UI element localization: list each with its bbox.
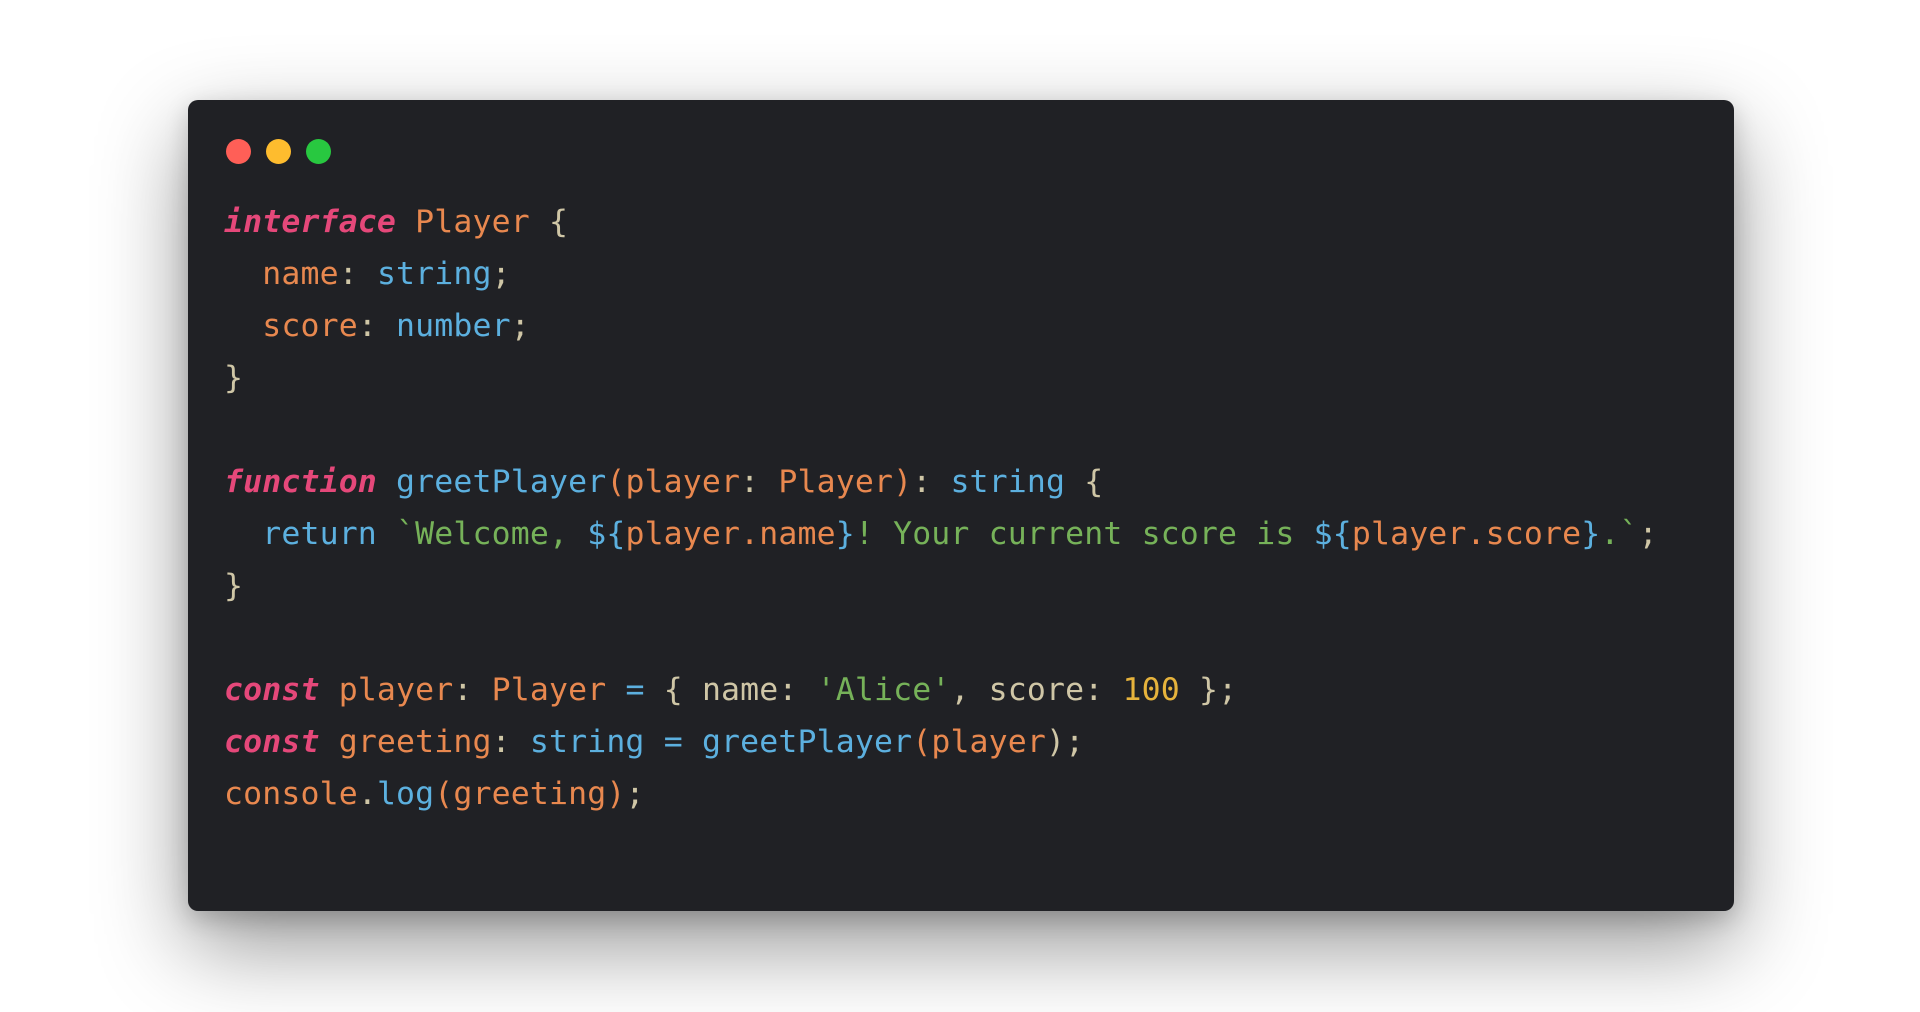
- code-token-identifier: player: [625, 464, 741, 500]
- code-token-punctuation: [224, 256, 262, 292]
- code-token-string: ! Your current score is: [854, 516, 1314, 552]
- code-token-number: 100: [1122, 672, 1180, 708]
- code-token-type: log: [376, 776, 435, 812]
- code-token-identifier: (: [606, 464, 626, 500]
- code-token-type: ${: [1313, 516, 1352, 552]
- code-token-punctuation: );: [1046, 724, 1085, 760]
- code-token-punctuation: , score:: [950, 672, 1123, 708]
- code-line: score: number;: [224, 300, 1658, 352]
- screenshot-background: interface Player { name: string; score: …: [0, 0, 1920, 1012]
- code-token-type: string: [376, 256, 492, 292]
- code-token-identifier: console: [224, 776, 358, 812]
- code-token-punctuation: :: [740, 464, 779, 500]
- code-token-identifier: ): [606, 776, 626, 812]
- code-token-keyword: const: [224, 724, 320, 760]
- code-token-keyword: function: [224, 464, 377, 500]
- code-token-type: }: [835, 516, 855, 552]
- code-token-punctuation: {: [1065, 464, 1104, 500]
- code-line: name: string;: [224, 248, 1658, 300]
- code-token-identifier: player: [931, 724, 1047, 760]
- code-token-punctuation: [320, 724, 339, 760]
- code-token-identifier: Player: [415, 204, 530, 240]
- code-token-punctuation: .: [357, 776, 377, 812]
- window-controls: [226, 139, 331, 164]
- code-token-type: number: [396, 308, 511, 344]
- code-line: const greeting: string = greetPlayer(pla…: [224, 716, 1658, 768]
- code-token-identifier: greeting: [453, 776, 607, 812]
- code-token-identifier: ): [893, 464, 913, 500]
- code-token-identifier: Player: [491, 672, 607, 708]
- code-token-type: string: [950, 464, 1066, 500]
- code-token-type: return: [262, 516, 377, 552]
- code-token-punctuation: [683, 724, 702, 760]
- code-token-punctuation: [224, 308, 262, 344]
- code-token-identifier: player: [338, 672, 454, 708]
- code-token-string: .`: [1600, 516, 1639, 552]
- code-token-identifier: greeting: [338, 724, 492, 760]
- code-token-punctuation: ;: [491, 256, 511, 292]
- code-line: function greetPlayer(player: Player): st…: [224, 456, 1658, 508]
- code-token-identifier: player.name: [625, 516, 836, 552]
- code-token-punctuation: [396, 204, 415, 240]
- code-line: const player: Player = { name: 'Alice', …: [224, 664, 1658, 716]
- code-token-punctuation: :: [491, 724, 530, 760]
- code-line: }: [224, 352, 1658, 404]
- code-token-punctuation: ;: [1638, 516, 1658, 552]
- code-token-string: `Welcome,: [396, 516, 588, 552]
- code-token-punctuation: { name:: [644, 672, 817, 708]
- code-token-type: =: [625, 672, 645, 708]
- code-token-identifier: player.score: [1351, 516, 1582, 552]
- code-token-punctuation: {: [529, 204, 569, 240]
- code-token-punctuation: :: [338, 256, 377, 292]
- minimize-dot-icon[interactable]: [266, 139, 291, 164]
- code-token-keyword: interface: [224, 204, 397, 240]
- code-line: return `Welcome, ${player.name}! Your cu…: [224, 508, 1658, 560]
- code-token-string: 'Alice': [816, 672, 951, 708]
- code-token-punctuation: [606, 672, 625, 708]
- code-token-punctuation: [377, 516, 396, 552]
- code-token-punctuation: :: [357, 308, 397, 344]
- code-token-identifier: name: [262, 256, 339, 292]
- code-token-type: greetPlayer: [701, 724, 913, 760]
- code-block: interface Player { name: string; score: …: [224, 196, 1658, 820]
- code-token-type: =: [663, 724, 683, 760]
- code-token-identifier: (: [912, 724, 932, 760]
- code-token-punctuation: [320, 672, 339, 708]
- code-token-type: }: [1581, 516, 1601, 552]
- code-token-punctuation: }: [224, 568, 244, 604]
- code-token-punctuation: }: [224, 360, 244, 396]
- code-line: interface Player {: [224, 196, 1658, 248]
- code-token-type: ${: [587, 516, 626, 552]
- close-dot-icon[interactable]: [226, 139, 251, 164]
- code-token-keyword: const: [224, 672, 320, 708]
- code-token-punctuation: ;: [625, 776, 645, 812]
- code-token-punctuation: :: [912, 464, 951, 500]
- code-line: }: [224, 560, 1658, 612]
- code-window: interface Player { name: string; score: …: [188, 100, 1734, 911]
- code-token-punctuation: :: [453, 672, 492, 708]
- code-token-type: greetPlayer: [396, 464, 607, 500]
- zoom-dot-icon[interactable]: [306, 139, 331, 164]
- code-token-punctuation: };: [1179, 672, 1238, 708]
- code-token-identifier: Player: [778, 464, 894, 500]
- code-line: console.log(greeting);: [224, 768, 1658, 820]
- code-token-punctuation: ;: [510, 308, 530, 344]
- code-token-identifier: (: [434, 776, 454, 812]
- code-token-identifier: score: [262, 308, 358, 344]
- code-token-punctuation: [224, 516, 262, 552]
- code-token-punctuation: [377, 464, 396, 500]
- code-token-punctuation: [645, 724, 664, 760]
- code-token-type: string: [529, 724, 645, 760]
